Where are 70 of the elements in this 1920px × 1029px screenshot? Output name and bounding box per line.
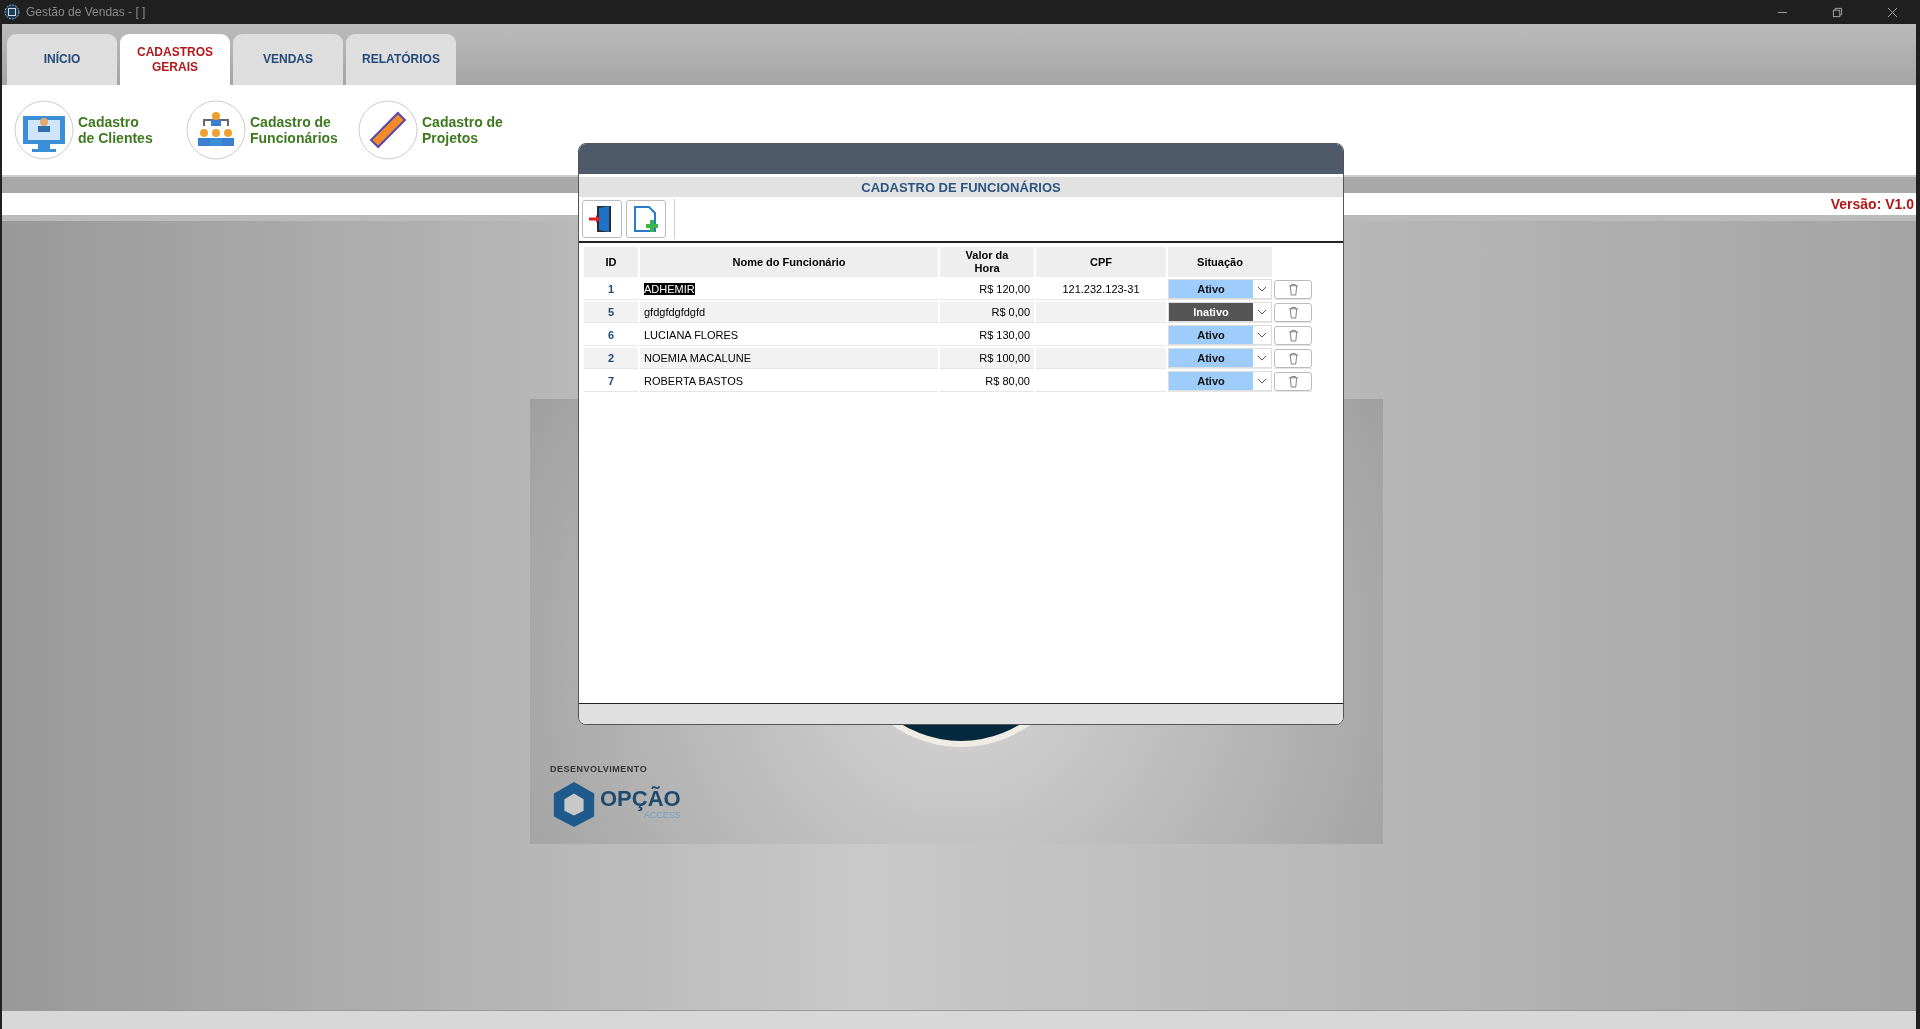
column-header: CPF <box>1036 247 1166 277</box>
ribbon-label: Cadastro de Funcionários <box>250 114 338 146</box>
logo-caption: DESENVOLVIMENTO <box>550 764 649 774</box>
status-dropdown[interactable]: Ativo <box>1168 325 1272 345</box>
rate-cell: R$ 100,00 <box>940 348 1034 369</box>
dropdown-caret-icon <box>1257 309 1267 315</box>
column-header: ID <box>584 247 638 277</box>
id-cell: 2 <box>584 348 638 369</box>
dropdown-caret-icon <box>1257 355 1267 361</box>
status-value: Ativo <box>1169 326 1253 344</box>
column-header: Situação <box>1168 247 1272 277</box>
version-label: Versão: V1.0 <box>1830 196 1914 212</box>
column-header: Valor da Hora <box>940 247 1034 277</box>
ribbon-button[interactable]: Cadastro de Clientes <box>14 100 174 160</box>
ribbon-label: Cadastro de Clientes <box>78 114 153 146</box>
column-header: Nome do Funcionário <box>640 247 938 277</box>
dropdown-caret-icon <box>1257 378 1267 384</box>
name-cell: gfdgfdgfdgfd <box>644 306 706 318</box>
delete-button[interactable] <box>1274 302 1312 322</box>
tab[interactable]: INÍCIO <box>7 34 117 85</box>
id-cell: 1 <box>584 279 638 300</box>
team-icon <box>186 100 246 160</box>
new-button[interactable] <box>626 200 666 238</box>
status-dropdown[interactable]: Inativo <box>1168 302 1272 322</box>
id-cell: 6 <box>584 325 638 346</box>
logo-brand: OPÇÃO <box>600 788 681 810</box>
status-value: Ativo <box>1169 372 1253 390</box>
id-cell: 7 <box>584 371 638 392</box>
rate-cell: R$ 130,00 <box>940 325 1034 346</box>
status-value: Inativo <box>1169 303 1253 321</box>
exit-button[interactable] <box>582 200 622 238</box>
tab[interactable]: VENDAS <box>233 34 343 85</box>
trash-icon <box>1287 328 1299 342</box>
restore-icon[interactable] <box>1832 6 1843 18</box>
ruler-icon <box>358 100 418 160</box>
monitor-user-icon <box>14 100 74 160</box>
status-dropdown[interactable]: Ativo <box>1168 371 1272 391</box>
dropdown-caret-icon <box>1257 286 1267 292</box>
window-title: Gestão de Vendas - [ ] <box>26 5 146 19</box>
name-cell: LUCIANA FLORES <box>644 329 739 341</box>
logo-subtitle: ACCESS <box>643 810 681 820</box>
status-dropdown[interactable]: Ativo <box>1168 279 1272 299</box>
trash-icon <box>1287 282 1299 296</box>
delete-button[interactable] <box>1274 279 1312 299</box>
dialog-title: CADASTRO DE FUNCIONÁRIOS <box>861 179 1061 195</box>
status-dropdown[interactable]: Ativo <box>1168 348 1272 368</box>
ribbon-label: Cadastro de Projetos <box>422 114 503 146</box>
dropdown-caret-icon <box>1257 332 1267 338</box>
app-icon <box>4 4 20 20</box>
trash-icon <box>1287 374 1299 388</box>
delete-button[interactable] <box>1274 325 1312 345</box>
name-cell: ROBERTA BASTOS <box>644 375 744 387</box>
trash-icon <box>1287 351 1299 365</box>
cpf-cell: 121.232.123-31 <box>1062 283 1140 295</box>
rate-cell: R$ 80,00 <box>940 371 1034 392</box>
id-cell: 5 <box>584 302 638 323</box>
status-value: Ativo <box>1169 349 1253 367</box>
ribbon-button[interactable]: Cadastro de Projetos <box>358 100 518 160</box>
close-icon[interactable] <box>1887 6 1898 18</box>
rate-cell: R$ 0,00 <box>940 302 1034 323</box>
tab[interactable]: RELATÓRIOS <box>346 34 456 85</box>
ribbon-button[interactable]: Cadastro de Funcionários <box>186 100 346 160</box>
rate-cell: R$ 120,00 <box>940 279 1034 300</box>
name-cell: ADHEMIR <box>644 283 695 295</box>
status-value: Ativo <box>1169 280 1253 298</box>
name-cell: NOEMIA MACALUNE <box>644 352 751 364</box>
delete-button[interactable] <box>1274 348 1312 368</box>
trash-icon <box>1287 305 1299 319</box>
tab[interactable]: CADASTROS GERAIS <box>120 34 230 85</box>
delete-button[interactable] <box>1274 371 1312 391</box>
